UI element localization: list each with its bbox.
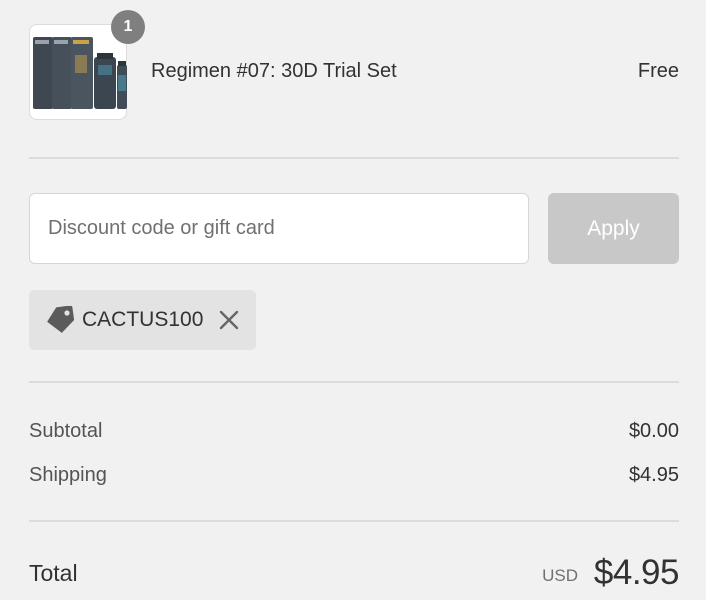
shipping-value: $4.95 xyxy=(628,464,679,486)
product-image-icon xyxy=(33,37,127,109)
subtotal-label: Subtotal xyxy=(29,420,103,442)
quantity-badge: 1 xyxy=(111,10,145,44)
shipping-label: Shipping xyxy=(29,464,107,486)
apply-button[interactable]: Apply xyxy=(548,193,679,264)
currency-code: USD xyxy=(542,566,578,585)
applied-discount-tag: CACTUS100 xyxy=(29,290,256,350)
product-name: Regimen #07: 30D Trial Set xyxy=(151,60,397,82)
product-thumbnail: 1 xyxy=(29,10,145,120)
total-label: Total xyxy=(29,560,78,586)
divider xyxy=(29,381,679,383)
total-amount: $4.95 xyxy=(593,553,680,592)
tag-icon xyxy=(45,305,75,339)
divider xyxy=(29,157,679,159)
discount-code-label: CACTUS100 xyxy=(82,308,204,331)
divider xyxy=(29,520,679,522)
order-summary: 1 Regimen #07: 30D Trial Set Free Apply … xyxy=(0,0,706,600)
close-icon xyxy=(219,310,239,330)
discount-code-input[interactable] xyxy=(29,193,529,264)
subtotal-value: $0.00 xyxy=(628,420,679,442)
remove-discount-button[interactable] xyxy=(217,308,241,332)
product-price: Free xyxy=(637,60,679,82)
line-item: 1 Regimen #07: 30D Trial Set Free xyxy=(29,10,679,122)
